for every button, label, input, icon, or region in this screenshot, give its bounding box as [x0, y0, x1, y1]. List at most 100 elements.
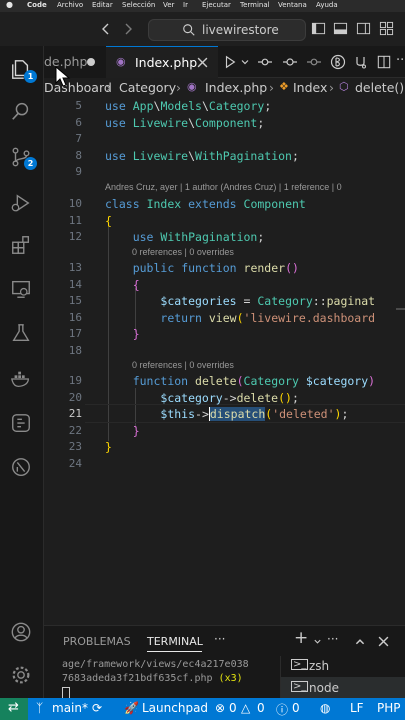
terminal-item-node[interactable]: >_ node — [281, 677, 405, 698]
code-line: { — [105, 214, 112, 228]
timeline-icon[interactable] — [10, 412, 32, 434]
git-compare-next-icon[interactable] — [306, 54, 322, 70]
line-number: 23 — [68, 440, 82, 453]
terminal-name: node — [309, 681, 339, 695]
close-icon[interactable] — [197, 57, 208, 68]
arrow-left-icon[interactable] — [98, 21, 114, 37]
layout-secondary-sidebar-icon[interactable] — [356, 21, 371, 36]
line-number: 12 — [68, 230, 82, 243]
more-actions-icon[interactable]: ··· — [396, 53, 405, 68]
codelens-blame[interactable]: Andres Cruz, ayer | 1 author (Andres Cru… — [105, 182, 342, 192]
run-dropdown-chevron-icon[interactable] — [240, 57, 250, 67]
breadcrumb-item-index-php[interactable]: Index.php — [205, 80, 267, 95]
tab-de-php[interactable]: de.php — [44, 46, 106, 78]
git-compare-previous-icon[interactable] — [257, 54, 273, 70]
warning-count[interactable]: 0 — [257, 701, 265, 715]
code-line: } — [105, 440, 112, 454]
git-commit-icon[interactable] — [282, 54, 298, 70]
codelens-references[interactable]: 0 references | 0 overrides — [132, 360, 234, 370]
customize-layout-icon[interactable] — [379, 21, 394, 36]
sync-icon[interactable]: ⟳ — [92, 701, 102, 715]
php-debug-icon[interactable] — [330, 54, 346, 70]
panel-more-icon[interactable]: ··· — [214, 632, 225, 646]
command-center-search[interactable]: livewirestore — [148, 19, 306, 41]
breadcrumb-item-delete[interactable]: delete() — [355, 80, 404, 95]
remote-icon: ⇄ — [8, 700, 19, 715]
line-number: 22 — [68, 424, 82, 437]
menu-terminal[interactable]: Terminal — [240, 1, 270, 9]
menu-ejecutar[interactable]: Ejecutar — [202, 1, 231, 9]
layout-sidebar-icon[interactable] — [311, 21, 326, 36]
code-line: use Livewire\Component; — [105, 116, 265, 130]
branch-status[interactable]: main* — [52, 701, 88, 715]
line-number: 17 — [68, 327, 82, 340]
git-graph-icon[interactable] — [10, 456, 32, 478]
maximize-panel-chevron-up-icon[interactable] — [354, 636, 366, 648]
breadcrumb-item-index[interactable]: Index — [293, 80, 327, 95]
testing-flask-icon[interactable] — [10, 322, 32, 344]
eol-status[interactable]: LF — [350, 701, 364, 715]
run-file-icon[interactable] — [223, 55, 237, 69]
chevron-right-icon: › — [269, 80, 274, 95]
open-changes-icon[interactable] — [354, 54, 370, 70]
new-terminal-plus-icon[interactable]: + — [294, 628, 308, 648]
line-number: 16 — [68, 311, 82, 324]
remote-indicator[interactable]: ⇄ — [0, 698, 28, 720]
line-number: 15 — [68, 294, 82, 307]
line-number: 24 — [68, 457, 82, 470]
code-line: return view('livewire.dashboard — [160, 311, 376, 325]
panel-tab-terminal[interactable]: TERMINAL — [147, 635, 203, 648]
info-count[interactable]: 0 — [292, 701, 300, 715]
panel-more-actions-icon[interactable]: ··· — [327, 632, 338, 646]
split-editor-icon[interactable] — [377, 55, 391, 69]
line-number: 10 — [68, 197, 82, 210]
ports-icon[interactable]: ◍ — [320, 701, 330, 715]
menu-archivo[interactable]: Archivo — [57, 1, 83, 9]
activity-bar: 1 2 — [0, 46, 44, 698]
code-line: use App\Models\Category; — [105, 99, 272, 113]
chevron-down-icon[interactable] — [313, 637, 322, 646]
line-number: 20 — [68, 391, 82, 404]
terminal-item-zsh[interactable]: >_ zsh — [281, 656, 405, 676]
run-debug-icon[interactable] — [10, 192, 32, 214]
codelens-references[interactable]: 0 references | 0 overrides — [132, 247, 234, 257]
extensions-icon[interactable] — [10, 234, 32, 256]
php-file-icon: ◉ — [187, 80, 197, 93]
terminal-line: 7683adeda3f21bdf635cf.php — [62, 673, 213, 684]
layout-panel-icon[interactable] — [333, 21, 348, 36]
menu-editar[interactable]: Editar — [92, 1, 113, 9]
docker-icon[interactable] — [10, 368, 32, 390]
line-number: 19 — [68, 374, 82, 387]
apple-logo-icon[interactable]: ● — [6, 0, 13, 9]
line-number: 8 — [75, 149, 82, 162]
language-mode[interactable]: PHP — [377, 701, 401, 715]
chevron-right-icon: › — [176, 80, 181, 95]
code-line: } — [132, 424, 140, 438]
line-number: 5 — [75, 99, 82, 112]
arrow-right-icon[interactable] — [120, 21, 136, 37]
menu-code[interactable]: Code — [27, 1, 47, 9]
error-count[interactable]: 0 — [229, 701, 237, 715]
tab-label: Index.php — [135, 55, 198, 70]
menu-ver[interactable]: Ver — [163, 1, 174, 9]
launchpad-status[interactable]: Launchpad — [142, 701, 208, 715]
terminal-line: age/framework/views/ec4a217e038 — [62, 659, 249, 670]
line-number: 11 — [68, 214, 82, 227]
code-editor[interactable]: 5 6 7 8 9 10 11 12 13 14 15 16 17 18 19 … — [44, 98, 405, 625]
tab-index-php[interactable]: ◉ Index.php — [106, 46, 218, 78]
close-panel-icon[interactable] — [378, 636, 389, 647]
breadcrumb-item-category[interactable]: Category — [119, 80, 176, 95]
warning-icon: △ — [241, 701, 251, 715]
panel-tab-problemas[interactable]: PROBLEMAS — [63, 635, 131, 648]
settings-gear-icon[interactable] — [10, 664, 32, 686]
account-icon[interactable] — [10, 621, 32, 643]
search-icon[interactable] — [10, 100, 32, 122]
remote-explorer-icon[interactable] — [10, 278, 32, 300]
chevron-right-icon: › — [106, 80, 111, 95]
command-center-label: livewirestore — [202, 23, 279, 37]
menu-seleccion[interactable]: Selección — [122, 1, 155, 9]
menu-ir[interactable]: Ir — [183, 1, 188, 9]
code-line: use WithPagination; — [132, 230, 265, 244]
menu-ventana[interactable]: Ventana — [278, 1, 307, 9]
menu-ayuda[interactable]: Ayuda — [316, 1, 338, 9]
